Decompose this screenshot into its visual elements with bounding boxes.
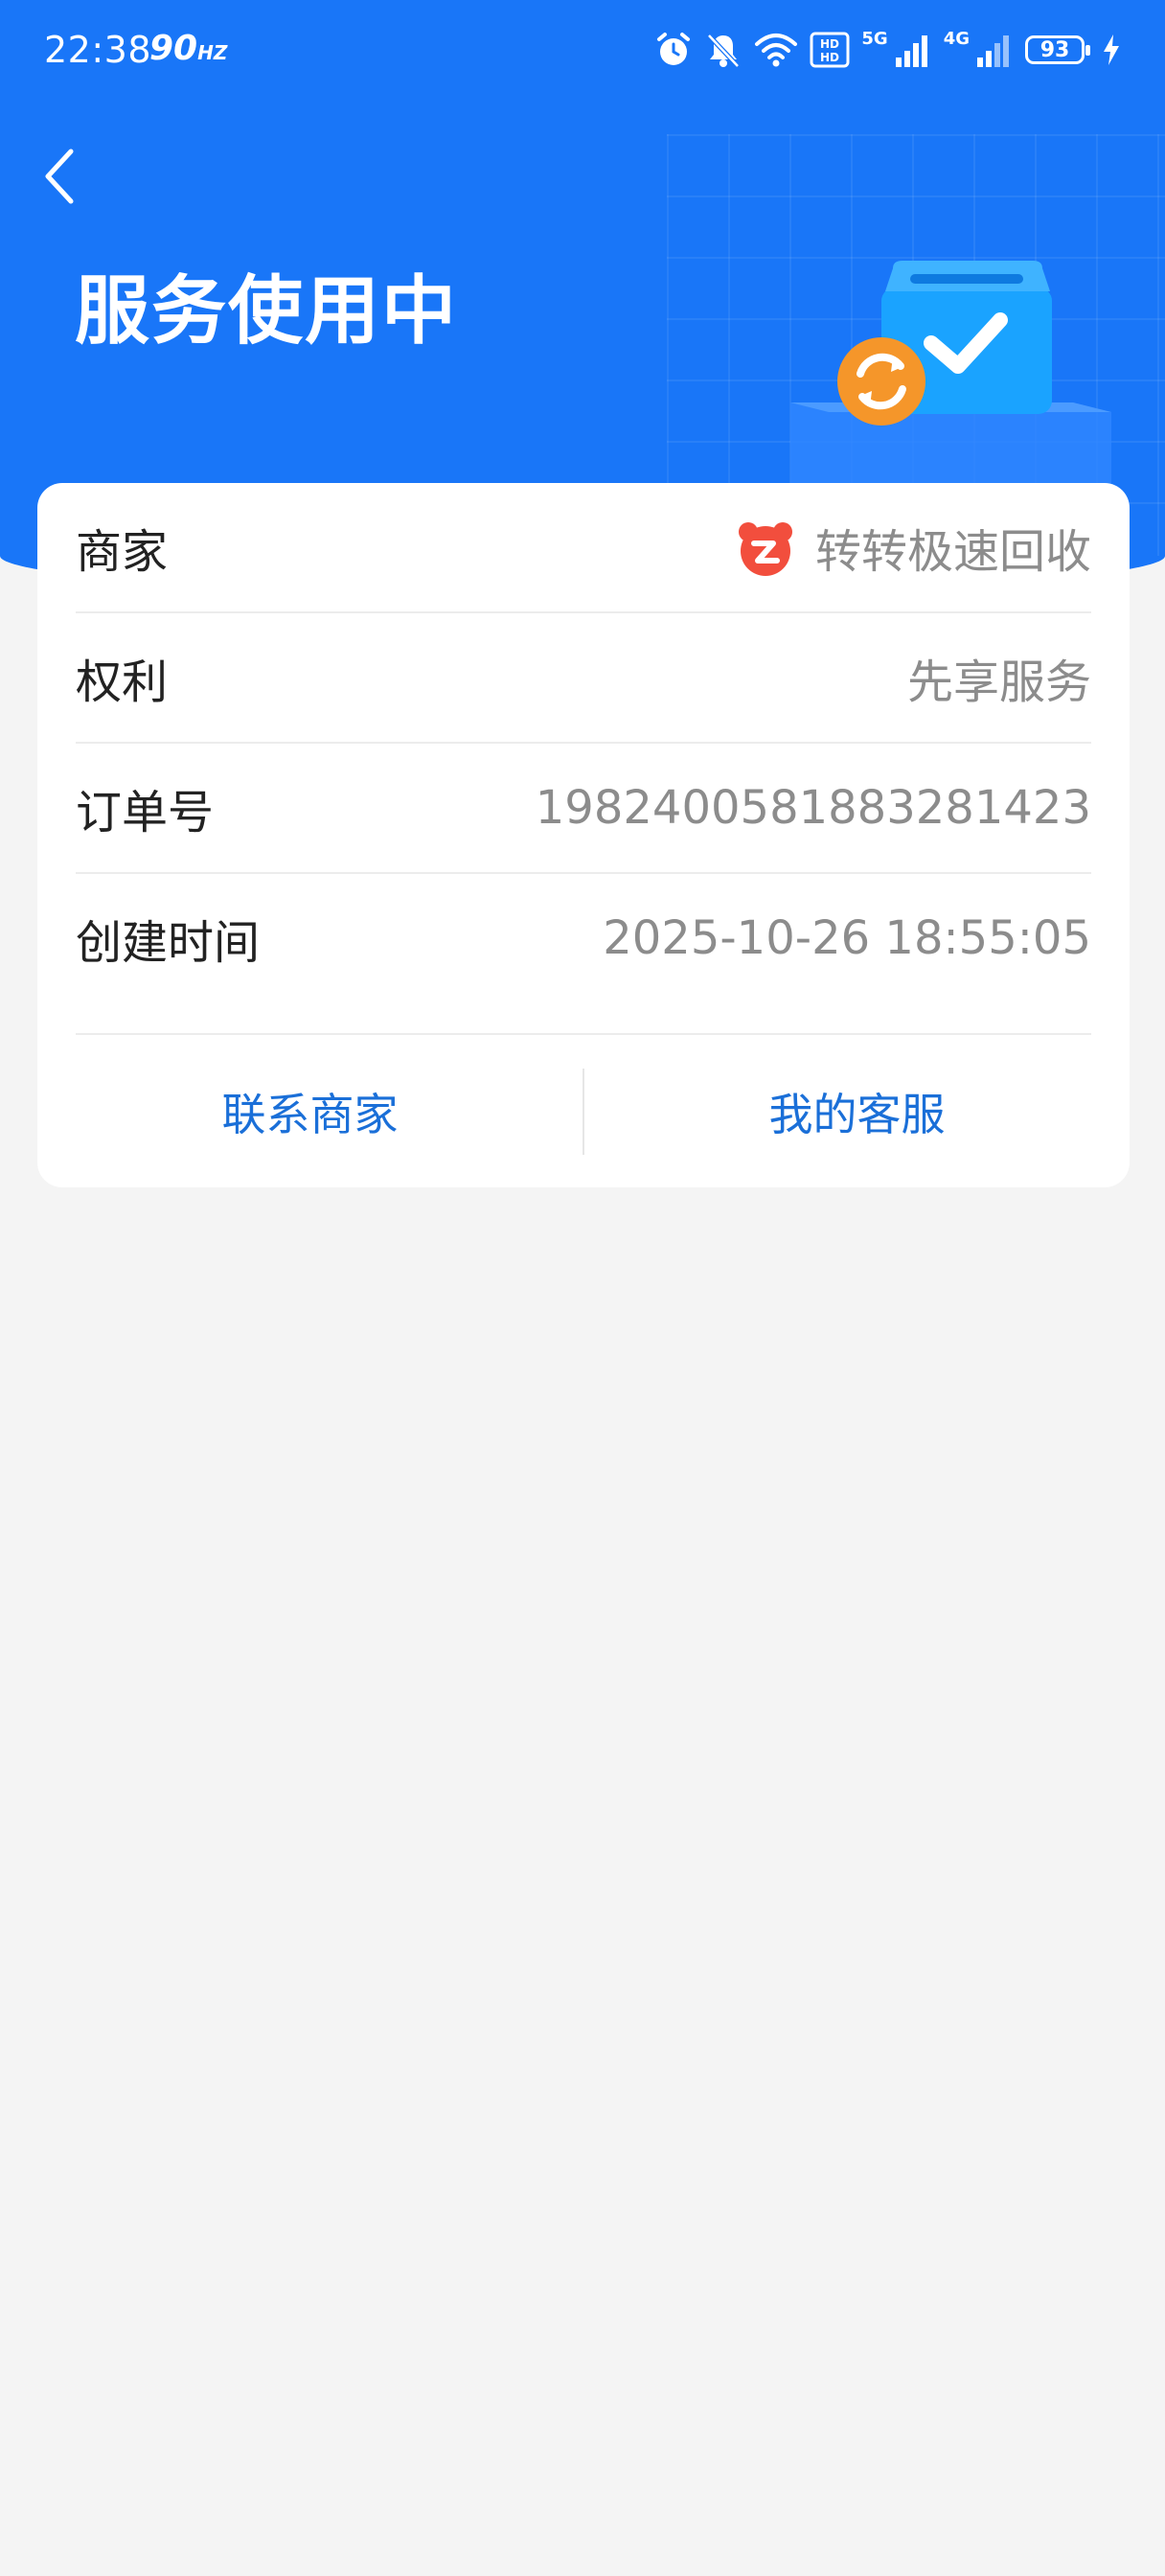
mute-bell-icon — [704, 31, 742, 69]
merchant-name: 转转极速回收 — [814, 525, 1091, 579]
hd-icon: HD HD — [810, 31, 850, 69]
wifi-icon — [754, 31, 798, 69]
created-time-label: 创建时间 — [76, 916, 261, 970]
page-title: 服务使用中 — [75, 268, 459, 355]
network-4g-label: 4G — [943, 29, 970, 49]
merchant-row: 商家 转转极速回收 — [76, 483, 1091, 613]
service-illustration — [786, 259, 1131, 518]
battery-icon: 93 — [1025, 35, 1090, 64]
order-number-value: 1982400581883281423 — [535, 781, 1091, 835]
refresh-rate: 90HZ — [149, 29, 228, 68]
rights-row: 权利 先享服务 — [76, 613, 1091, 744]
created-time-value: 2025-10-26 18:55:05 — [603, 911, 1091, 965]
card-actions: 联系商家 我的客服 — [37, 1035, 1130, 1187]
signal-icon-2 — [975, 33, 1014, 67]
merchant-logo-icon — [735, 517, 796, 578]
svg-text:HD: HD — [820, 37, 839, 51]
order-number-label: 订单号 — [76, 786, 215, 840]
status-bar: 22:38 90HZ HD HD 5G 4G 93 — [0, 0, 1165, 105]
created-time-row: 创建时间 2025-10-26 18:55:05 — [76, 874, 1091, 1035]
rights-value: 先享服务 — [906, 656, 1091, 709]
status-time: 22:38 — [44, 29, 152, 71]
contact-merchant-button[interactable]: 联系商家 — [37, 1035, 582, 1187]
merchant-label: 商家 — [76, 525, 169, 579]
rights-label: 权利 — [76, 656, 169, 709]
back-button[interactable] — [33, 142, 86, 211]
merchant-value: 转转极速回收 — [735, 514, 1091, 581]
my-customer-service-button[interactable]: 我的客服 — [584, 1035, 1130, 1187]
svg-text:HD: HD — [820, 51, 839, 64]
alarm-icon — [654, 31, 693, 69]
chevron-left-icon — [45, 149, 74, 204]
status-icons: HD HD 5G 4G 93 — [654, 27, 1121, 73]
order-number-row: 订单号 1982400581883281423 — [76, 744, 1091, 874]
network-5g-label: 5G — [861, 29, 888, 49]
signal-icon — [894, 33, 932, 67]
order-detail-card: 商家 转转极速回收 权利 先享服务 订单号 198240058188328142… — [37, 483, 1130, 1187]
charging-icon — [1102, 34, 1121, 66]
